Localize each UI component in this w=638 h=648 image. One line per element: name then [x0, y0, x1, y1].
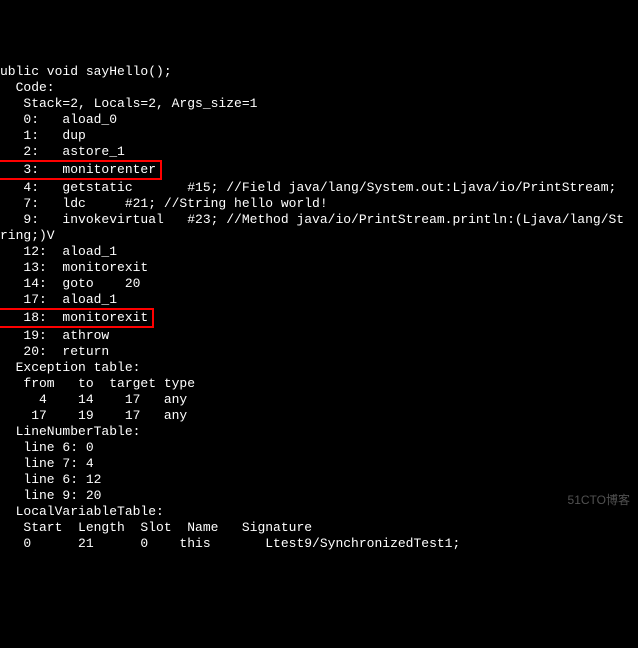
highlight-box: 18: monitorexit: [0, 308, 154, 328]
code-line: Exception table:: [0, 360, 638, 376]
code-line: Start Length Slot Name Signature: [0, 520, 638, 536]
highlight-box: 3: monitorenter: [0, 160, 162, 180]
code-line: ring;)V: [0, 228, 638, 244]
code-line: 2: astore_1: [0, 144, 638, 160]
code-line: line 7: 4: [0, 456, 638, 472]
code-line: 20: return: [0, 344, 638, 360]
code-line: 0 21 0 this Ltest9/SynchronizedTest1;: [0, 536, 638, 552]
code-line: Code:: [0, 80, 638, 96]
bytecode-listing: ublic void sayHello(); Code: Stack=2, Lo…: [0, 64, 638, 552]
code-line: ublic void sayHello();: [0, 64, 638, 80]
code-line: 3: monitorenter: [0, 160, 638, 180]
code-line: 4 14 17 any: [0, 392, 638, 408]
code-line: Stack=2, Locals=2, Args_size=1: [0, 96, 638, 112]
code-line: 14: goto 20: [0, 276, 638, 292]
code-line: LineNumberTable:: [0, 424, 638, 440]
code-line: 12: aload_1: [0, 244, 638, 260]
code-line: from to target type: [0, 376, 638, 392]
code-line: 17 19 17 any: [0, 408, 638, 424]
code-line: 18: monitorexit: [0, 308, 638, 328]
code-line: line 9: 20: [0, 488, 638, 504]
code-line: 9: invokevirtual #23; //Method java/io/P…: [0, 212, 638, 228]
code-line: LocalVariableTable:: [0, 504, 638, 520]
watermark: 51CTO博客: [568, 492, 630, 508]
code-line: 7: ldc #21; //String hello world!: [0, 196, 638, 212]
code-line: line 6: 12: [0, 472, 638, 488]
code-line: 17: aload_1: [0, 292, 638, 308]
code-line: line 6: 0: [0, 440, 638, 456]
code-line: 19: athrow: [0, 328, 638, 344]
code-line: 1: dup: [0, 128, 638, 144]
code-line: 4: getstatic #15; //Field java/lang/Syst…: [0, 180, 638, 196]
code-line: 13: monitorexit: [0, 260, 638, 276]
code-line: 0: aload_0: [0, 112, 638, 128]
